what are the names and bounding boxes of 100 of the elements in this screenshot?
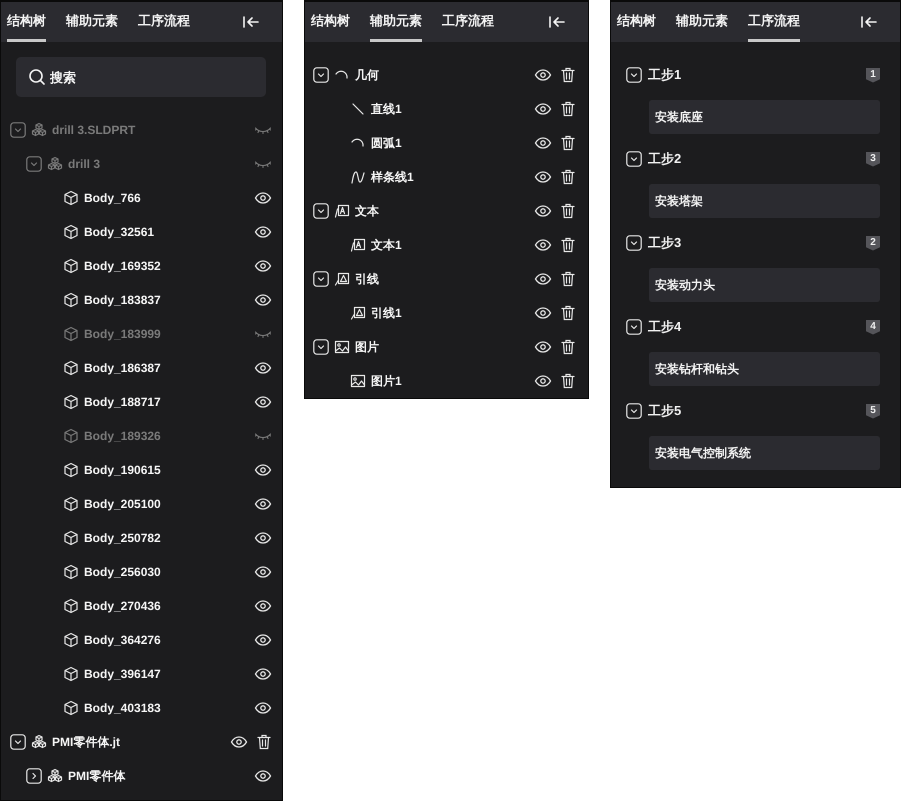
panel-tab[interactable]: 结构树: [617, 2, 656, 42]
eye-icon[interactable]: [254, 700, 272, 716]
cube-icon: [63, 666, 79, 682]
eye-icon[interactable]: [534, 169, 552, 185]
eye-icon[interactable]: [254, 768, 272, 784]
trash-icon[interactable]: [560, 339, 576, 355]
tree-item-label[interactable]: 引线1: [371, 304, 402, 322]
tree-item-label[interactable]: 图片: [355, 338, 379, 356]
image-icon: [350, 373, 366, 389]
tree-item-label[interactable]: Body_250782: [84, 531, 161, 545]
eye-icon[interactable]: [534, 237, 552, 253]
step-description[interactable]: 安装电气控制系统: [649, 436, 880, 470]
tree-item-label[interactable]: drill 3.SLDPRT: [52, 123, 136, 137]
trash-icon[interactable]: [560, 135, 576, 151]
tree-item-label[interactable]: Body_256030: [84, 565, 161, 579]
step-description[interactable]: 安装底座: [649, 100, 880, 134]
tree-item-label[interactable]: drill 3: [68, 157, 100, 171]
tree-item-label[interactable]: Body_169352: [84, 259, 161, 273]
cube-icon: [63, 428, 79, 444]
search-field[interactable]: 搜索: [16, 57, 266, 97]
eye-icon[interactable]: [534, 67, 552, 83]
panel-tab[interactable]: 工序流程: [138, 2, 190, 42]
tree-item-label[interactable]: Body_32561: [84, 225, 154, 239]
tree-item-label[interactable]: Body_183999: [84, 327, 161, 341]
cubes-icon: [47, 156, 63, 172]
trash-icon[interactable]: [560, 101, 576, 117]
panel-tab[interactable]: 工序流程: [748, 2, 800, 42]
trash-icon[interactable]: [560, 271, 576, 287]
collapse-panel-button[interactable]: [548, 15, 566, 29]
step-description[interactable]: 安装钻杆和钻头: [649, 352, 880, 386]
trash-icon[interactable]: [560, 169, 576, 185]
text-frame-icon: [350, 237, 366, 253]
panel-tab[interactable]: 结构树: [311, 2, 350, 42]
eye-icon[interactable]: [534, 101, 552, 117]
step-title[interactable]: 工步2: [648, 150, 682, 168]
trash-icon[interactable]: [560, 373, 576, 389]
trash-icon[interactable]: [256, 734, 272, 750]
eye-icon[interactable]: [254, 360, 272, 376]
trash-icon[interactable]: [560, 67, 576, 83]
eye-icon[interactable]: [254, 632, 272, 648]
tree-item-label[interactable]: Body_205100: [84, 497, 161, 511]
search-icon: [28, 68, 46, 86]
eye-icon[interactable]: [534, 203, 552, 219]
eye-icon[interactable]: [254, 530, 272, 546]
cube-icon: [63, 190, 79, 206]
tree-item-label[interactable]: 几何: [355, 66, 379, 84]
panel-tab[interactable]: 辅助元素: [676, 2, 728, 42]
tree-item-label[interactable]: 文本1: [371, 236, 402, 254]
eye-icon[interactable]: [254, 564, 272, 580]
tree-item-label[interactable]: Body_190615: [84, 463, 161, 477]
collapse-panel-button[interactable]: [860, 15, 878, 29]
eye-icon[interactable]: [254, 394, 272, 410]
eye-icon[interactable]: [254, 496, 272, 512]
panel-tab[interactable]: 辅助元素: [370, 2, 422, 42]
tree-item-label[interactable]: 引线: [355, 270, 379, 288]
tree-item-label[interactable]: Body_183837: [84, 293, 161, 307]
step-title[interactable]: 工步4: [648, 318, 682, 336]
collapse-panel-button[interactable]: [242, 15, 260, 29]
trash-icon[interactable]: [560, 305, 576, 321]
tree-item-label[interactable]: Body_364276: [84, 633, 161, 647]
eye-icon[interactable]: [254, 292, 272, 308]
step-description[interactable]: 安装动力头: [649, 268, 880, 302]
eye-icon[interactable]: [230, 734, 248, 750]
trash-icon[interactable]: [560, 203, 576, 219]
step-title[interactable]: 工步1: [648, 66, 682, 84]
tree-item-label[interactable]: Body_188717: [84, 395, 161, 409]
tree-item-label[interactable]: 圆弧1: [371, 134, 402, 152]
cube-icon: [63, 292, 79, 308]
cube-icon: [63, 598, 79, 614]
tree-item-label[interactable]: 图片1: [371, 372, 402, 390]
panel-tab[interactable]: 结构树: [7, 2, 46, 42]
panel-tab[interactable]: 辅助元素: [66, 2, 118, 42]
tree-item-label[interactable]: Body_189326: [84, 429, 161, 443]
eye-icon[interactable]: [254, 190, 272, 206]
trash-icon[interactable]: [560, 237, 576, 253]
eye-icon[interactable]: [254, 258, 272, 274]
eye-icon[interactable]: [254, 462, 272, 478]
expand-icon[interactable]: [26, 768, 42, 784]
eye-icon[interactable]: [534, 135, 552, 151]
tree-item-label[interactable]: Body_396147: [84, 667, 161, 681]
tree-item-label[interactable]: Body_186387: [84, 361, 161, 375]
step-title[interactable]: 工步3: [648, 234, 682, 252]
tree-item-label[interactable]: 文本: [355, 202, 379, 220]
eye-icon[interactable]: [254, 224, 272, 240]
eye-icon[interactable]: [254, 666, 272, 682]
eye-icon[interactable]: [534, 305, 552, 321]
eye-icon[interactable]: [534, 339, 552, 355]
eye-icon[interactable]: [534, 373, 552, 389]
eye-icon[interactable]: [254, 598, 272, 614]
step-description[interactable]: 安装塔架: [649, 184, 880, 218]
step-title[interactable]: 工步5: [648, 402, 682, 420]
panel-tab[interactable]: 工序流程: [442, 2, 494, 42]
tree-item-label[interactable]: Body_403183: [84, 701, 161, 715]
tree-item-label[interactable]: PMI零件体: [68, 768, 126, 784]
eye-icon[interactable]: [534, 271, 552, 287]
tree-item-label[interactable]: Body_766: [84, 191, 141, 205]
tree-item-label[interactable]: PMI零件体.jt: [52, 734, 120, 750]
tree-item-label[interactable]: Body_270436: [84, 599, 161, 613]
tree-item-label[interactable]: 样条线1: [371, 168, 414, 186]
tree-item-label[interactable]: 直线1: [371, 100, 402, 118]
